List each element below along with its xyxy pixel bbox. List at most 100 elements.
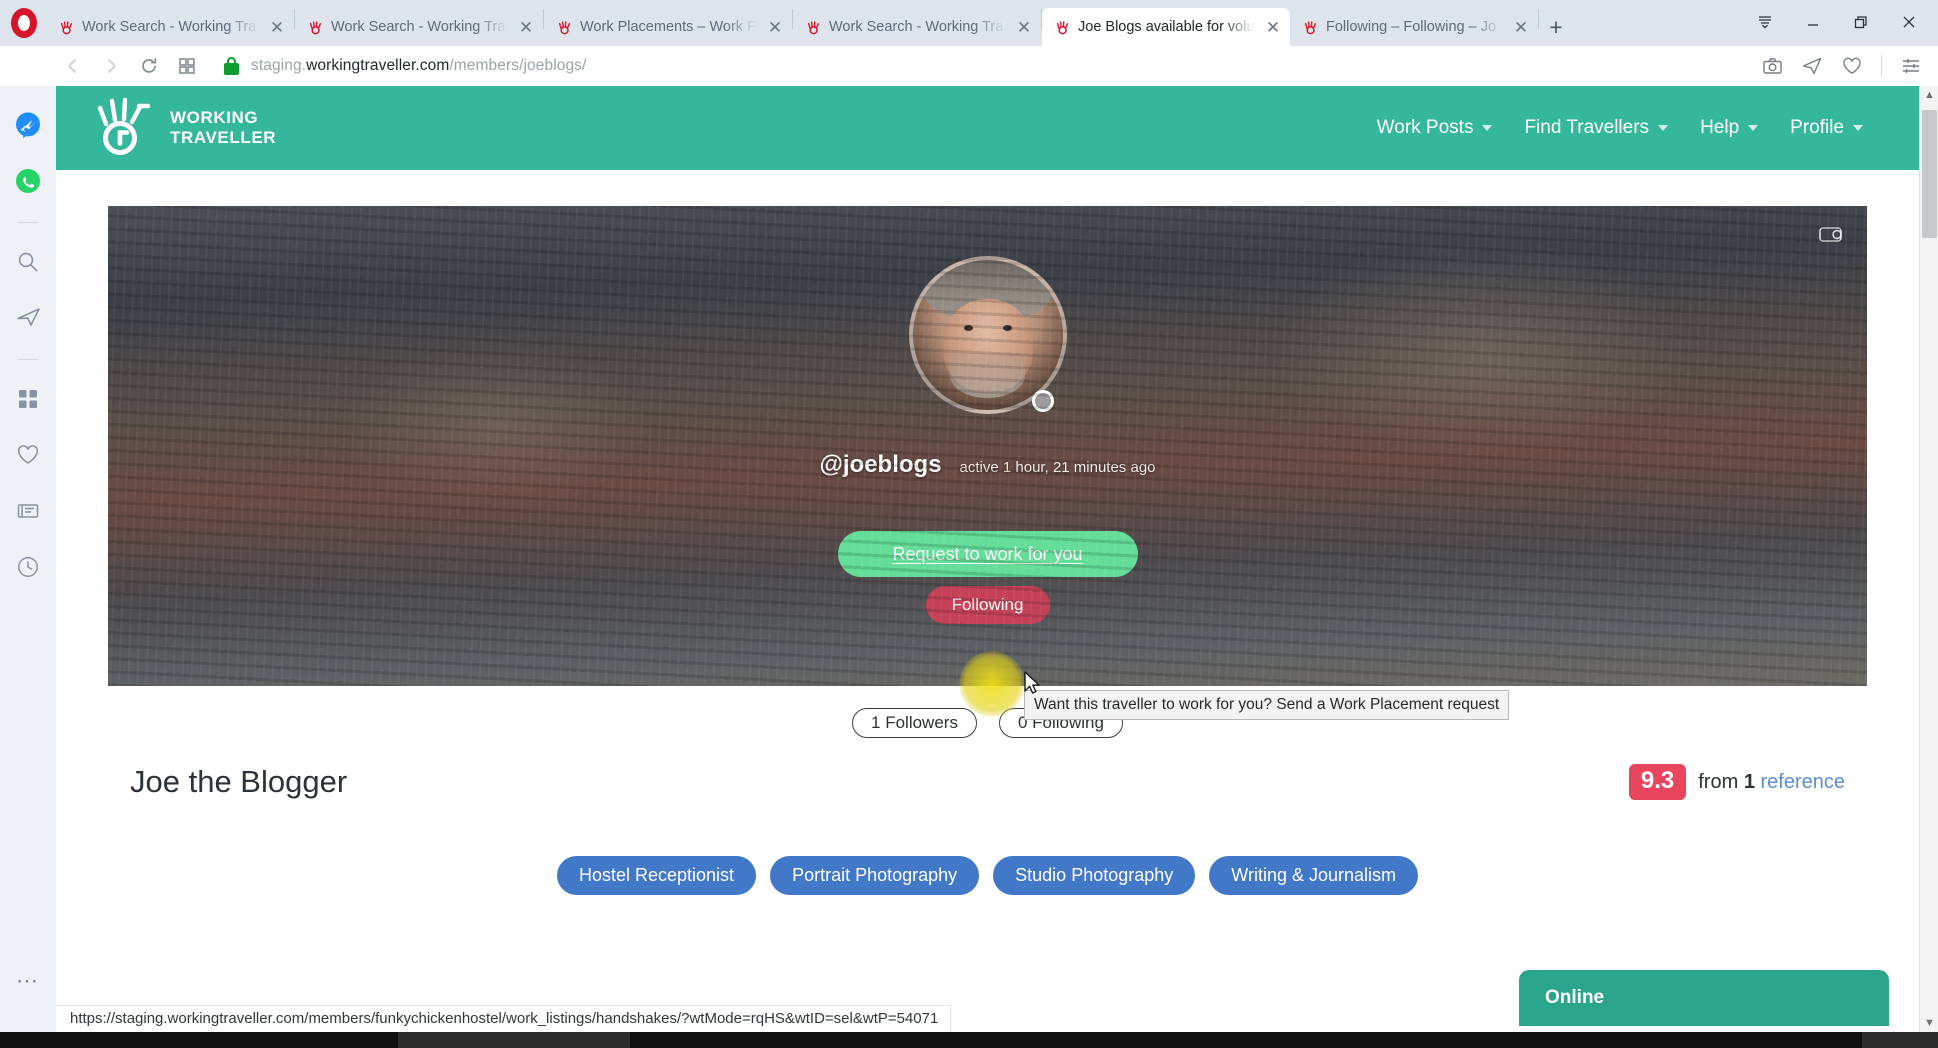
nav-item-profile[interactable]: Profile bbox=[1790, 117, 1863, 139]
web-page-content: WORKING TRAVELLER Work Posts Find Travel… bbox=[56, 86, 1919, 1032]
browser-tab-3[interactable]: Work Placements – Work P ✕ bbox=[544, 8, 792, 46]
scroll-up-button[interactable]: ▲ bbox=[1920, 86, 1938, 104]
sidebar-item-history[interactable] bbox=[11, 550, 45, 584]
close-window-button[interactable] bbox=[1886, 4, 1932, 40]
tab-title: Following – Following – Jo bbox=[1326, 19, 1497, 35]
browser-body: ⋯ WORKING TRAVELLER Work Posts Find Trav… bbox=[0, 86, 1938, 1032]
sidebar-item-send[interactable] bbox=[11, 301, 45, 335]
opera-browser-window: Work Search - Working Tra ✕ Work Search … bbox=[0, 0, 1938, 1048]
tab-title: Work Search - Working Tra bbox=[829, 19, 1004, 35]
minimize-button[interactable] bbox=[1790, 4, 1836, 40]
site-favicon-icon bbox=[58, 19, 75, 36]
snapshot-icon[interactable] bbox=[1762, 56, 1783, 77]
site-favicon-icon bbox=[1302, 19, 1319, 36]
sidebar-item-messenger[interactable] bbox=[11, 108, 45, 142]
sidebar-item-news[interactable] bbox=[11, 494, 45, 528]
skill-tags: Hostel Receptionist Portrait Photography… bbox=[56, 856, 1919, 895]
request-button-tooltip: Want this traveller to work for you? Sen… bbox=[1024, 690, 1510, 720]
new-tab-button[interactable]: + bbox=[1539, 8, 1573, 46]
speed-dial-button[interactable] bbox=[170, 49, 204, 83]
skill-tag[interactable]: Hostel Receptionist bbox=[556, 856, 757, 895]
working-traveller-logo-icon bbox=[94, 94, 154, 163]
restore-button[interactable] bbox=[1838, 4, 1884, 40]
reference-rating: 9.3 from 1 reference bbox=[1628, 764, 1845, 800]
sidebar-item-whatsapp[interactable] bbox=[11, 164, 45, 198]
skill-tag[interactable]: Studio Photography bbox=[993, 856, 1196, 895]
site-favicon-icon bbox=[556, 19, 573, 36]
browser-tab-5-active[interactable]: Joe Blogs available for volu ✕ bbox=[1042, 8, 1290, 46]
scrollbar-thumb[interactable] bbox=[1922, 110, 1937, 238]
avatar-status-dot bbox=[1031, 390, 1054, 412]
nav-item-find-travellers[interactable]: Find Travellers bbox=[1524, 117, 1669, 139]
sidebar-more-button[interactable]: ⋯ bbox=[0, 970, 56, 992]
url-domain: workingtraveller.com bbox=[306, 57, 450, 74]
opera-menu-button[interactable] bbox=[2, 0, 46, 46]
sidebar-item-search[interactable] bbox=[11, 245, 45, 279]
site-nav: Work Posts Find Travellers Help Profile bbox=[1377, 117, 1863, 139]
tab-close-button[interactable]: ✕ bbox=[1013, 16, 1035, 38]
nav-label: Work Posts bbox=[1376, 117, 1474, 138]
mouse-cursor bbox=[1024, 671, 1044, 702]
url-field[interactable]: staging.workingtraveller.com/members/joe… bbox=[208, 49, 1758, 83]
rating-text: from 1 reference bbox=[1698, 771, 1845, 794]
back-button[interactable] bbox=[56, 49, 90, 83]
heart-icon[interactable] bbox=[1841, 55, 1863, 77]
tab-title: Joe Blogs available for volu bbox=[1078, 19, 1255, 35]
send-icon[interactable] bbox=[1801, 55, 1823, 77]
address-bar-actions bbox=[1762, 55, 1922, 77]
site-brand[interactable]: WORKING TRAVELLER bbox=[94, 94, 276, 163]
tab-close-button[interactable]: ✕ bbox=[266, 16, 288, 38]
tab-close-button[interactable]: ✕ bbox=[1510, 16, 1532, 38]
nav-label: Help bbox=[1700, 117, 1740, 138]
browser-tab-1[interactable]: Work Search - Working Tra ✕ bbox=[46, 8, 294, 46]
nav-item-work-posts[interactable]: Work Posts bbox=[1377, 117, 1493, 139]
profile-name-row: Joe the Blogger 9.3 from 1 reference bbox=[56, 738, 1919, 800]
skill-tag[interactable]: Writing & Journalism bbox=[1209, 856, 1418, 895]
browser-tab-2[interactable]: Work Search - Working Tra ✕ bbox=[295, 8, 543, 46]
rating-from-label: from bbox=[1698, 770, 1739, 793]
following-button[interactable]: Following bbox=[925, 586, 1050, 624]
followers-pill[interactable]: 1 Followers bbox=[852, 708, 977, 738]
site-favicon-icon bbox=[307, 19, 324, 36]
profile-full-name: Joe the Blogger bbox=[130, 764, 348, 799]
rating-reference-link[interactable]: reference bbox=[1761, 771, 1846, 793]
secure-padlock-icon bbox=[224, 57, 239, 75]
tab-close-button[interactable]: ✕ bbox=[764, 16, 786, 38]
tab-close-button[interactable]: ✕ bbox=[515, 16, 537, 38]
live-chat-widget[interactable]: Online bbox=[1519, 970, 1889, 1026]
rating-count: 1 bbox=[1743, 770, 1755, 793]
address-bar: staging.workingtraveller.com/members/joe… bbox=[0, 46, 1938, 86]
change-cover-camera-icon[interactable] bbox=[1819, 224, 1845, 249]
nav-label: Find Travellers bbox=[1524, 117, 1650, 138]
chevron-down-icon bbox=[1482, 125, 1493, 131]
sidebar-divider bbox=[17, 359, 39, 360]
avatar-eye-left bbox=[963, 324, 973, 331]
tab-list-menu-button[interactable] bbox=[1742, 4, 1788, 40]
rating-score-badge: 9.3 bbox=[1628, 764, 1687, 800]
nav-item-help[interactable]: Help bbox=[1700, 117, 1759, 139]
browser-tab-6[interactable]: Following – Following – Jo ✕ bbox=[1290, 8, 1538, 46]
window-controls bbox=[1742, 0, 1938, 44]
site-brand-name: WORKING TRAVELLER bbox=[170, 108, 276, 148]
scroll-down-button[interactable]: ▼ bbox=[1920, 1014, 1938, 1032]
status-bar-url: https://staging.workingtraveller.com/mem… bbox=[56, 1005, 952, 1032]
web-page-viewport: WORKING TRAVELLER Work Posts Find Travel… bbox=[56, 86, 1938, 1032]
easy-setup-icon[interactable] bbox=[1900, 55, 1922, 77]
browser-tab-4[interactable]: Work Search - Working Tra ✕ bbox=[793, 8, 1041, 46]
sidebar-item-bookmarks-heart[interactable] bbox=[11, 438, 45, 472]
chat-status-label: Online bbox=[1545, 987, 1605, 1008]
request-to-work-button[interactable]: Request to work for you bbox=[837, 531, 1138, 577]
chevron-down-icon bbox=[1748, 125, 1759, 131]
tab-close-button[interactable]: ✕ bbox=[1262, 16, 1284, 38]
sidebar-item-speed-dial[interactable] bbox=[11, 382, 45, 416]
toolbar-divider bbox=[1881, 55, 1882, 77]
follow-counts: 1 Followers 0 Following bbox=[108, 708, 1867, 738]
reload-button[interactable] bbox=[132, 49, 166, 83]
brand-line-2: TRAVELLER bbox=[170, 128, 277, 147]
avatar-eye-right bbox=[1002, 324, 1012, 331]
page-scrollbar[interactable]: ▲ ▼ bbox=[1919, 86, 1938, 1032]
tab-title: Work Search - Working Tra bbox=[82, 19, 257, 35]
tab-title: Work Placements – Work P bbox=[580, 19, 757, 35]
forward-button[interactable] bbox=[94, 49, 128, 83]
skill-tag[interactable]: Portrait Photography bbox=[770, 856, 980, 895]
